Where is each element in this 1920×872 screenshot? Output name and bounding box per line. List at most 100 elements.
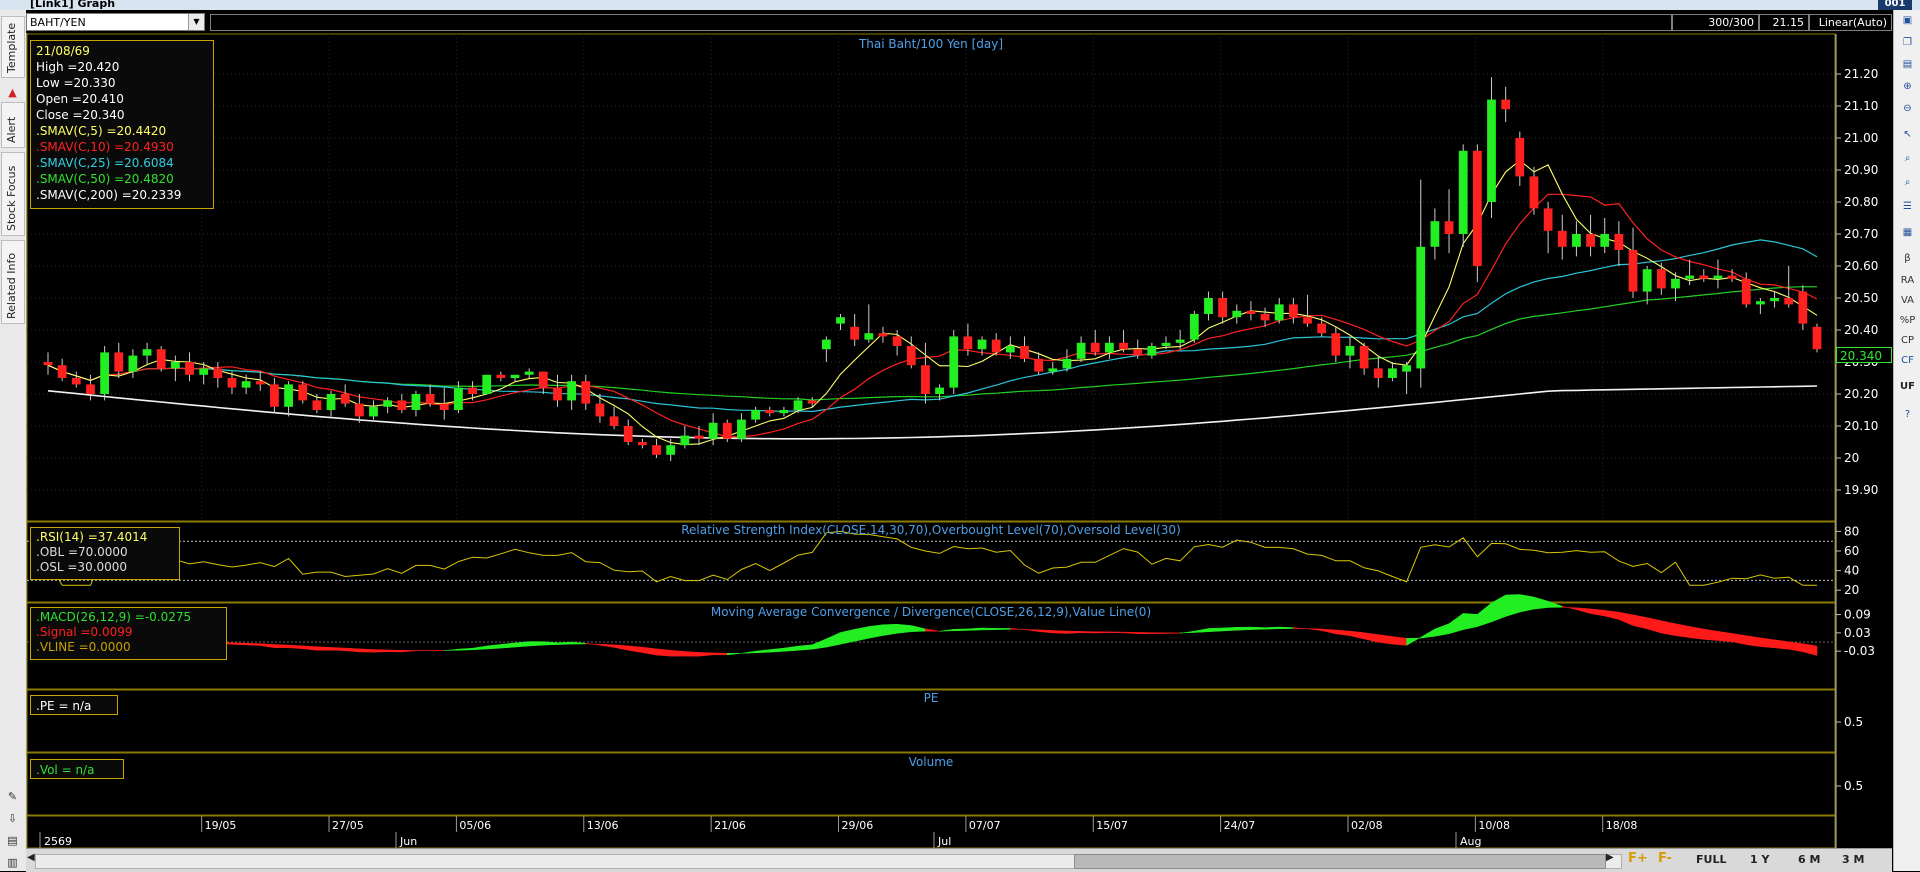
candle-body — [1360, 346, 1369, 368]
macd-fill — [1647, 618, 1661, 633]
month-label: Jun — [399, 835, 417, 848]
aux-tick-label: 0.5 — [1844, 715, 1863, 729]
macd-fill — [1208, 628, 1222, 632]
macd-fill — [1152, 633, 1166, 634]
candle-body — [1247, 311, 1256, 314]
candle-body — [1714, 276, 1723, 279]
macd-fill — [1124, 632, 1138, 634]
tool-percent-p[interactable]: %P — [1899, 312, 1916, 329]
rsi-tick-label: 20 — [1844, 583, 1859, 597]
macd-fill — [1576, 608, 1590, 614]
paste-icon[interactable]: ▤ — [1899, 56, 1916, 73]
info-line: .SMAV(C,25) =20.6084 — [36, 155, 208, 171]
right-toolbar: ▣ ❐ ▤ ⊕ ⊖ ↖ ⌕ ⌕ ☰ ▦ β RA VA %P CP CF UF … — [1893, 10, 1920, 871]
macd-fill — [826, 632, 840, 647]
remove-icon[interactable]: ⊖ — [1899, 100, 1916, 117]
chart-icon[interactable]: ▦ — [1899, 224, 1916, 241]
macd-fill — [713, 653, 727, 655]
candle-body — [1572, 234, 1581, 247]
rsi-info-line: .OBL =70.0000 — [36, 545, 174, 560]
candle-body — [412, 394, 421, 410]
range-full-button[interactable]: FULL — [1696, 853, 1726, 866]
rsi-info-line: .RSI(14) =37.4014 — [36, 530, 174, 545]
macd-fill — [671, 650, 685, 656]
macd-fill — [473, 646, 487, 650]
volume-panel-title: Volume — [909, 755, 954, 769]
tool-uf[interactable]: UF — [1899, 378, 1916, 395]
chart-canvas[interactable]: 19/0527/0505/0613/0621/0629/0607/0715/07… — [0, 0, 1920, 871]
macd-fill — [1619, 612, 1633, 625]
zoom-out-button[interactable]: F- — [1658, 851, 1672, 866]
macd-tick-label: 0.09 — [1844, 608, 1871, 622]
macd-fill — [1562, 606, 1576, 609]
tool-cf[interactable]: CF — [1899, 352, 1916, 369]
tool-ra[interactable]: RA — [1899, 272, 1916, 289]
candle-body — [1473, 151, 1482, 266]
candle-body — [737, 420, 746, 439]
rsi-line — [48, 531, 1817, 585]
macd-fill — [1506, 594, 1520, 616]
zoom-out-icon[interactable]: ⌕ — [1899, 174, 1916, 191]
candle-body — [539, 372, 548, 388]
beta-icon[interactable]: β — [1899, 250, 1916, 267]
candle-body — [1190, 314, 1199, 340]
tool-cp[interactable]: CP — [1899, 332, 1916, 349]
candle-body — [228, 378, 237, 388]
macd-fill — [699, 652, 713, 656]
macd-fill — [1775, 640, 1789, 649]
macd-fill — [1336, 630, 1350, 636]
candle-body — [567, 381, 576, 400]
rsi-panel-title: Relative Strength Index(CLOSE,14,30,70),… — [681, 523, 1181, 537]
candle-body — [1699, 276, 1708, 279]
candle-body — [298, 384, 307, 400]
date-axis-frame — [27, 816, 1835, 848]
scrollbar-thumb[interactable] — [1074, 854, 1606, 869]
date-tick-label: 07/07 — [969, 819, 1001, 832]
zoom-in-icon[interactable]: ⌕ — [1899, 150, 1916, 167]
info-line: Low =20.330 — [36, 75, 208, 91]
macd-fill — [1421, 629, 1435, 638]
macd-fill — [1293, 628, 1307, 629]
macd-panel-title: Moving Average Convergence / Divergence(… — [711, 605, 1151, 619]
macd-fill — [1477, 603, 1491, 627]
candle-body — [1261, 314, 1270, 320]
macd-fill — [246, 643, 260, 645]
macd-fill — [1039, 630, 1053, 633]
macd-fill — [996, 628, 1010, 629]
macd-fill — [1760, 638, 1774, 648]
range-3m-button[interactable]: 3 M — [1842, 853, 1864, 866]
macd-fill — [925, 629, 939, 631]
candle-body — [1784, 298, 1793, 304]
info-line: Open =20.410 — [36, 91, 208, 107]
scroll-right-icon[interactable]: ▶ — [1606, 852, 1614, 863]
candle-body — [256, 381, 265, 384]
cursor-icon[interactable]: ↖ — [1899, 126, 1916, 143]
range-6m-button[interactable]: 6 M — [1798, 853, 1820, 866]
macd-fill — [1024, 629, 1038, 631]
macd-fill — [1251, 627, 1265, 630]
macd-fill — [954, 629, 968, 631]
list-icon[interactable]: ☰ — [1899, 198, 1916, 215]
add-icon[interactable]: ⊕ — [1899, 78, 1916, 95]
scroll-left-icon[interactable]: ◀ — [27, 852, 35, 863]
price-tick-label: 20.90 — [1844, 163, 1878, 177]
candle-body — [808, 400, 817, 403]
date-tick-label: 15/07 — [1096, 819, 1128, 832]
macd-fill — [444, 649, 458, 651]
window-icon[interactable]: ▣ — [1899, 12, 1916, 29]
candle-body — [171, 362, 180, 368]
macd-fill — [586, 643, 600, 645]
macd-fill — [642, 647, 656, 655]
zoom-in-button[interactable]: F+ — [1628, 851, 1648, 866]
macd-fill — [1704, 629, 1718, 640]
tool-va[interactable]: VA — [1899, 292, 1916, 309]
help-icon[interactable]: ? — [1899, 406, 1916, 423]
candle-body — [86, 384, 95, 394]
date-tick-label: 29/06 — [842, 819, 874, 832]
month-label: 2569 — [44, 835, 72, 848]
macd-fill — [770, 648, 784, 652]
candle-body — [1813, 327, 1822, 349]
price-tick-label: 20 — [1844, 451, 1859, 465]
range-1y-button[interactable]: 1 Y — [1750, 853, 1769, 866]
copy-icon[interactable]: ❐ — [1899, 34, 1916, 51]
